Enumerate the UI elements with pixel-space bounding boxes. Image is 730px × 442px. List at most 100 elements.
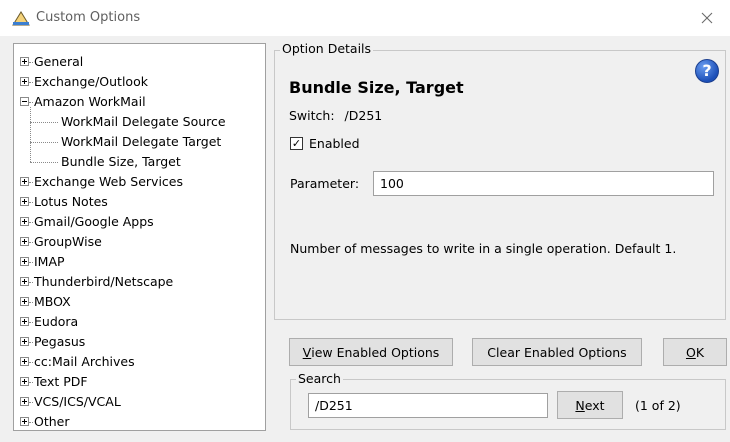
tree-item-category[interactable]: Other: [14, 412, 265, 430]
parameter-input[interactable]: 100: [373, 171, 714, 196]
tree-connector: [30, 162, 58, 163]
tree-item-label: IMAP: [34, 254, 65, 269]
next-mnemonic: N: [575, 397, 585, 413]
tree-item-label: cc:Mail Archives: [34, 354, 135, 369]
tree-item-label: Thunderbird/Netscape: [34, 274, 174, 289]
tree-item-label: GroupWise: [34, 234, 102, 249]
tree-connector: [29, 62, 33, 63]
tree-item-category[interactable]: VCS/ICS/VCAL: [14, 392, 265, 412]
tree-item-category[interactable]: Exchange Web Services: [14, 172, 265, 192]
expand-icon[interactable]: [20, 357, 29, 366]
tree-connector: [29, 282, 33, 283]
tree-connector: [29, 302, 33, 303]
help-icon[interactable]: ?: [695, 59, 719, 83]
tree-connector: [29, 182, 33, 183]
collapse-icon[interactable]: [20, 97, 29, 106]
clear-enabled-label: Clear Enabled Options: [487, 344, 627, 360]
tree-item-option[interactable]: WorkMail Delegate Source: [14, 112, 265, 132]
tree-item-label-selected: Bundle Size, Target: [61, 154, 181, 169]
option-details-legend: Option Details: [280, 41, 374, 56]
expand-icon[interactable]: [20, 337, 29, 346]
close-icon: [701, 12, 713, 24]
option-description: Number of messages to write in a single …: [290, 241, 677, 256]
tree-connector: [29, 202, 33, 203]
tree-connector: [30, 122, 58, 123]
expand-icon[interactable]: [20, 317, 29, 326]
tree-connector: [29, 82, 33, 83]
search-input[interactable]: /D251: [308, 393, 548, 418]
tree-connector-vertical: [30, 107, 31, 162]
tree-item-category[interactable]: Amazon WorkMail: [14, 92, 265, 112]
expand-icon[interactable]: [20, 217, 29, 226]
view-enabled-mnemonic: V: [302, 344, 312, 360]
expand-icon[interactable]: [20, 237, 29, 246]
tree-item-label: Lotus Notes: [34, 194, 108, 209]
tree-item-category[interactable]: GroupWise: [14, 232, 265, 252]
next-button[interactable]: Next: [557, 391, 623, 419]
clear-enabled-options-button[interactable]: Clear Enabled Options: [472, 338, 642, 366]
tree-item-category[interactable]: Lotus Notes: [14, 192, 265, 212]
close-button[interactable]: [684, 0, 730, 36]
tree-item-label: WorkMail Delegate Target: [61, 134, 222, 149]
tree-connector: [29, 262, 33, 263]
expand-icon[interactable]: [20, 377, 29, 386]
expand-icon[interactable]: [20, 397, 29, 406]
expand-icon[interactable]: [20, 257, 29, 266]
window-title: Custom Options: [36, 10, 141, 25]
ok-label: K: [695, 344, 705, 360]
tree-item-category[interactable]: Exchange/Outlook: [14, 72, 265, 92]
tree-item-category[interactable]: IMAP: [14, 252, 265, 272]
ok-button[interactable]: OK: [663, 338, 727, 366]
tree-connector: [29, 322, 33, 323]
parameter-label: Parameter:: [290, 176, 360, 191]
tree-connector: [29, 242, 33, 243]
title-bar: Custom Options: [0, 0, 730, 36]
switch-value: /D251: [344, 108, 383, 123]
tree-item-label: Other: [34, 414, 70, 429]
tree-connector: [29, 382, 33, 383]
tree-item-category[interactable]: MBOX: [14, 292, 265, 312]
tree-connector: [29, 422, 33, 423]
enabled-checkbox[interactable]: ✓: [290, 137, 303, 150]
expand-icon[interactable]: [20, 417, 29, 426]
tree-item-category[interactable]: Thunderbird/Netscape: [14, 272, 265, 292]
tree-item-category[interactable]: General: [14, 52, 265, 72]
expand-icon[interactable]: [20, 57, 29, 66]
tree-item-category[interactable]: Pegasus: [14, 332, 265, 352]
expand-icon[interactable]: [20, 277, 29, 286]
tree-connector: [29, 102, 33, 103]
tree-item-category[interactable]: Gmail/Google Apps: [14, 212, 265, 232]
view-enabled-label: iew Enabled Options: [311, 344, 440, 360]
tree-connector: [29, 402, 33, 403]
search-legend: Search: [296, 371, 343, 386]
tree-item-option[interactable]: WorkMail Delegate Target: [14, 132, 265, 152]
match-count: (1 of 2): [635, 398, 681, 413]
tree-item-option[interactable]: Bundle Size, Target: [14, 152, 265, 172]
tree-connector: [29, 222, 33, 223]
expand-icon[interactable]: [20, 297, 29, 306]
view-enabled-options-button[interactable]: View Enabled Options: [289, 338, 453, 366]
tree-item-label: MBOX: [34, 294, 71, 309]
options-tree[interactable]: General Exchange/Outlook Amazon WorkMail Wo…: [13, 43, 266, 431]
switch-line: Switch: /D251: [289, 108, 382, 123]
tree-item-label: Eudora: [34, 314, 79, 329]
tree-item-label: General: [34, 54, 84, 69]
expand-icon[interactable]: [20, 77, 29, 86]
tree-item-label: WorkMail Delegate Source: [61, 114, 226, 129]
tree-item-label: Pegasus: [34, 334, 86, 349]
tree-item-category[interactable]: Eudora: [14, 312, 265, 332]
switch-label: Switch:: [289, 108, 335, 123]
tree-item-label: Text PDF: [34, 374, 88, 389]
expand-icon[interactable]: [20, 197, 29, 206]
custom-options-icon: [12, 11, 30, 26]
tree-item-category[interactable]: cc:Mail Archives: [14, 352, 265, 372]
ok-mnemonic: O: [685, 344, 696, 360]
expand-icon[interactable]: [20, 177, 29, 186]
tree-connector: [30, 142, 58, 143]
tree-item-category[interactable]: Text PDF: [14, 372, 265, 392]
tree-item-label: Amazon WorkMail: [34, 94, 146, 109]
tree-connector: [29, 342, 33, 343]
option-title: Bundle Size, Target: [289, 78, 464, 97]
tree-item-label: Exchange/Outlook: [34, 74, 148, 89]
enabled-label[interactable]: Enabled: [309, 136, 360, 151]
